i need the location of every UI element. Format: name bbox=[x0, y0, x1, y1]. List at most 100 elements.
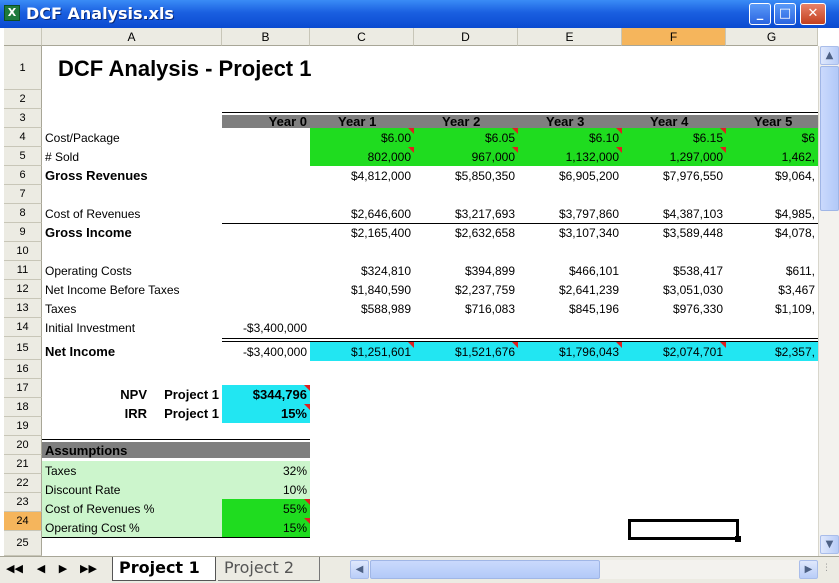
select-all-corner[interactable] bbox=[4, 28, 42, 46]
column-header-d[interactable]: D bbox=[414, 28, 518, 46]
column-header-a[interactable]: A bbox=[42, 28, 222, 46]
label-cost-of-revenues[interactable]: Cost of Revenues bbox=[42, 204, 222, 223]
row-header-23[interactable]: 23 bbox=[4, 493, 42, 512]
row-header-21[interactable]: 21 bbox=[4, 455, 42, 474]
assumption-value-discount-rate[interactable]: 10% bbox=[222, 480, 310, 499]
label-net-income-before-taxes[interactable]: Net Income Before Taxes bbox=[42, 280, 222, 299]
scroll-left-icon[interactable]: ◀ bbox=[350, 560, 369, 579]
cell-gross-income-y4[interactable]: $3,589,448 bbox=[622, 223, 726, 242]
prev-sheet-icon[interactable]: ◀ bbox=[34, 562, 48, 575]
row-header-8[interactable]: 8 bbox=[4, 204, 42, 223]
cell-net-income-y5[interactable]: $2,357, bbox=[726, 342, 818, 361]
cell-operating-costs-y5[interactable]: $611, bbox=[726, 261, 818, 280]
cell-net-income-y4[interactable]: $2,074,701 bbox=[622, 342, 726, 361]
row-header-10[interactable]: 10 bbox=[4, 242, 42, 261]
label-irr[interactable]: IRR bbox=[42, 404, 150, 423]
tab-project-2[interactable]: Project 2 bbox=[218, 557, 320, 581]
horizontal-scroll-thumb[interactable] bbox=[370, 560, 600, 579]
column-header-b[interactable]: B bbox=[222, 28, 310, 46]
row-header-6[interactable]: 6 bbox=[4, 166, 42, 185]
cell-gross-revenues-y3[interactable]: $6,905,200 bbox=[518, 166, 622, 185]
column-header-g[interactable]: G bbox=[726, 28, 818, 46]
cell-num-sold-y5[interactable]: 1,462, bbox=[726, 147, 818, 166]
row-header-2[interactable]: 2 bbox=[4, 90, 42, 109]
label-gross-income[interactable]: Gross Income bbox=[42, 223, 222, 242]
cell-cost-of-revenues-y5[interactable]: $4,985, bbox=[726, 204, 818, 223]
cell-gross-revenues-y4[interactable]: $7,976,550 bbox=[622, 166, 726, 185]
row-header-20[interactable]: 20 bbox=[4, 436, 42, 455]
cell-taxes-y2[interactable]: $716,083 bbox=[414, 299, 518, 318]
assumptions-header[interactable]: Assumptions bbox=[42, 442, 310, 458]
header-year-1[interactable]: Year 1 bbox=[310, 115, 414, 128]
cell-cost-of-revenues-y1[interactable]: $2,646,600 bbox=[310, 204, 414, 223]
row-header-16[interactable]: 16 bbox=[4, 360, 42, 379]
cell-taxes-y3[interactable]: $845,196 bbox=[518, 299, 622, 318]
cell-num-sold-y1[interactable]: 802,000 bbox=[310, 147, 414, 166]
row-header-9[interactable]: 9 bbox=[4, 223, 42, 242]
scroll-right-icon[interactable]: ▶ bbox=[799, 560, 818, 579]
cell-gross-revenues-y1[interactable]: $4,812,000 bbox=[310, 166, 414, 185]
cell-nibt-y2[interactable]: $2,237,759 bbox=[414, 280, 518, 299]
vertical-scroll-thumb[interactable] bbox=[820, 66, 839, 211]
label-cost-per-package[interactable]: Cost/Package bbox=[42, 128, 222, 147]
sheet-title[interactable]: DCF Analysis - Project 1 bbox=[52, 54, 452, 84]
cell-cost-per-package-y1[interactable]: $6.00 bbox=[310, 128, 414, 147]
row-header-24[interactable]: 24 bbox=[4, 512, 42, 531]
cell-cost-of-revenues-y3[interactable]: $3,797,860 bbox=[518, 204, 622, 223]
label-initial-investment[interactable]: Initial Investment bbox=[42, 318, 222, 337]
row-header-1[interactable]: 1 bbox=[4, 46, 42, 90]
row-header-15[interactable]: 15 bbox=[4, 337, 42, 360]
row-header-12[interactable]: 12 bbox=[4, 280, 42, 299]
close-button[interactable]: ✕ bbox=[800, 3, 826, 25]
assumption-value-cost-of-revenues[interactable]: 55% bbox=[222, 499, 310, 518]
cell-gross-revenues-y2[interactable]: $5,850,350 bbox=[414, 166, 518, 185]
column-header-e[interactable]: E bbox=[518, 28, 622, 46]
scroll-up-icon[interactable]: ▲ bbox=[820, 46, 839, 65]
label-gross-revenues[interactable]: Gross Revenues bbox=[42, 166, 222, 185]
cell-nibt-y4[interactable]: $3,051,030 bbox=[622, 280, 726, 299]
maximize-button[interactable]: □ bbox=[774, 3, 796, 25]
label-num-sold[interactable]: # Sold bbox=[42, 147, 222, 166]
header-year-4[interactable]: Year 4 bbox=[622, 115, 726, 128]
next-sheet-icon[interactable]: ▶ bbox=[56, 562, 70, 575]
cell-taxes-y1[interactable]: $588,989 bbox=[310, 299, 414, 318]
row-header-19[interactable]: 19 bbox=[4, 417, 42, 436]
cell-operating-costs-y3[interactable]: $466,101 bbox=[518, 261, 622, 280]
header-year-3[interactable]: Year 3 bbox=[518, 115, 622, 128]
cell-num-sold-y4[interactable]: 1,297,000 bbox=[622, 147, 726, 166]
cell-net-income-y3[interactable]: $1,796,043 bbox=[518, 342, 622, 361]
row-header-13[interactable]: 13 bbox=[4, 299, 42, 318]
cell-net-income-y2[interactable]: $1,521,676 bbox=[414, 342, 518, 361]
cell-operating-costs-y2[interactable]: $394,899 bbox=[414, 261, 518, 280]
header-year-0[interactable]: Year 0 bbox=[222, 115, 310, 128]
cell-taxes-y4[interactable]: $976,330 bbox=[622, 299, 726, 318]
cell-gross-income-y1[interactable]: $2,165,400 bbox=[310, 223, 414, 242]
cell-cost-of-revenues-y2[interactable]: $3,217,693 bbox=[414, 204, 518, 223]
label-net-income[interactable]: Net Income bbox=[42, 342, 222, 361]
cell-operating-costs-y1[interactable]: $324,810 bbox=[310, 261, 414, 280]
label-irr-project[interactable]: Project 1 bbox=[150, 404, 222, 423]
cell-nibt-y1[interactable]: $1,840,590 bbox=[310, 280, 414, 299]
cell-initial-investment-y0[interactable]: -$3,400,000 bbox=[222, 318, 310, 337]
column-header-f[interactable]: F bbox=[622, 28, 726, 46]
cell-net-income-y1[interactable]: $1,251,601 bbox=[310, 342, 414, 361]
cell-num-sold-y2[interactable]: 967,000 bbox=[414, 147, 518, 166]
cell-cost-per-package-y4[interactable]: $6.15 bbox=[622, 128, 726, 147]
column-header-c[interactable]: C bbox=[310, 28, 414, 46]
last-sheet-icon[interactable]: ▶▶ bbox=[80, 562, 97, 575]
spreadsheet-grid[interactable]: A B C D E F G 1 2 3 4 5 6 7 8 9 10 11 12… bbox=[4, 28, 818, 556]
scroll-down-icon[interactable]: ▼ bbox=[820, 535, 839, 554]
label-npv-project[interactable]: Project 1 bbox=[150, 385, 222, 404]
cell-taxes-y5[interactable]: $1,109, bbox=[726, 299, 818, 318]
cell-cost-of-revenues-y4[interactable]: $4,387,103 bbox=[622, 204, 726, 223]
cell-nibt-y5[interactable]: $3,467 bbox=[726, 280, 818, 299]
label-operating-costs[interactable]: Operating Costs bbox=[42, 261, 222, 280]
assumption-value-operating-cost[interactable]: 15% bbox=[222, 518, 310, 537]
cell-num-sold-y3[interactable]: 1,132,000 bbox=[518, 147, 622, 166]
first-sheet-icon[interactable]: ◀◀ bbox=[6, 562, 23, 575]
horizontal-scrollbar[interactable]: ◀ ▶ bbox=[350, 560, 818, 579]
assumption-label-cost-of-revenues[interactable]: Cost of Revenues % bbox=[42, 499, 222, 518]
row-header-17[interactable]: 17 bbox=[4, 379, 42, 398]
cell-gross-income-y2[interactable]: $2,632,658 bbox=[414, 223, 518, 242]
label-taxes[interactable]: Taxes bbox=[42, 299, 222, 318]
